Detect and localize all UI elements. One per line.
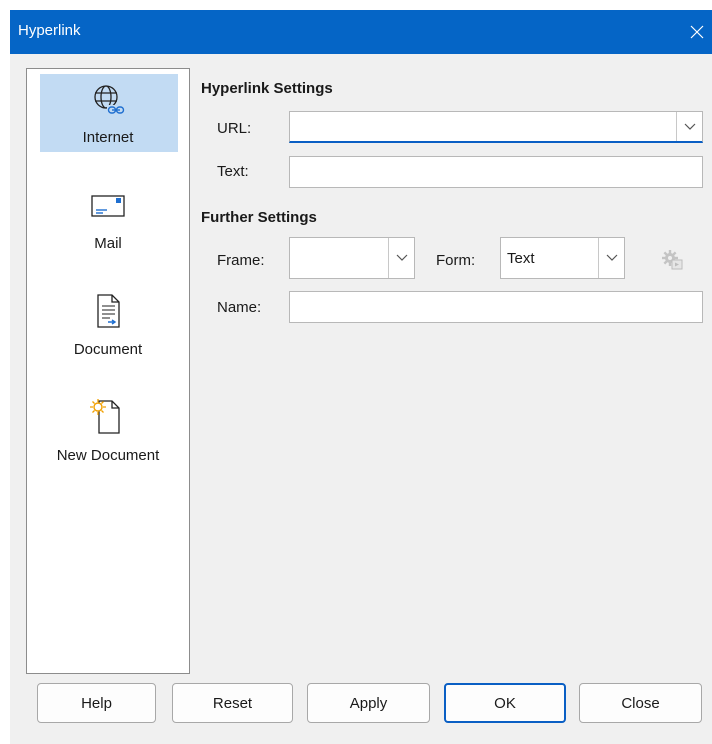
text-input[interactable] (289, 156, 703, 188)
sidebar-item-label: Mail (94, 235, 122, 252)
chevron-down-icon (606, 254, 617, 261)
ok-button[interactable]: OK (444, 683, 566, 723)
close-button[interactable]: Close (579, 683, 702, 723)
form-label: Form: (436, 252, 476, 269)
document-icon (90, 293, 126, 329)
sidebar-item-label: Internet (82, 129, 134, 146)
close-window-button[interactable] (682, 10, 712, 54)
sidebar-item-document[interactable]: Document (27, 281, 189, 387)
further-settings-heading: Further Settings (201, 209, 317, 226)
form-dropdown-button[interactable] (598, 238, 624, 278)
frame-dropdown-button[interactable] (388, 238, 414, 278)
form-select[interactable]: Text (500, 237, 625, 279)
sidebar-item-label: New Document (56, 447, 160, 464)
form-value: Text (507, 250, 535, 267)
frame-label: Frame: (217, 252, 265, 269)
hyperlink-dialog: Hyperlink Internet Mail Document New Doc… (10, 10, 712, 744)
chevron-down-icon (684, 123, 695, 130)
title-bar: Hyperlink (10, 10, 712, 54)
chevron-down-icon (396, 254, 407, 261)
url-label: URL: (217, 120, 252, 137)
envelope-icon (90, 187, 126, 223)
hyperlink-type-sidebar: Internet Mail Document New Document (26, 68, 190, 674)
sidebar-item-new-document[interactable]: New Document (27, 387, 189, 493)
url-dropdown-button[interactable] (676, 112, 702, 141)
hyperlink-settings-heading: Hyperlink Settings (201, 80, 333, 97)
sidebar-item-internet[interactable]: Internet (27, 69, 189, 175)
help-button[interactable]: Help (37, 683, 156, 723)
url-combobox[interactable] (289, 111, 703, 143)
close-icon (690, 25, 704, 39)
gear-events-icon (662, 250, 683, 270)
reset-button[interactable]: Reset (172, 683, 293, 723)
events-button[interactable] (650, 243, 694, 277)
sidebar-item-label: Document (73, 341, 143, 358)
new-document-icon (90, 399, 126, 435)
dialog-title: Hyperlink (18, 22, 81, 39)
frame-combobox[interactable] (289, 237, 415, 279)
sidebar-item-mail[interactable]: Mail (27, 175, 189, 281)
name-label: Name: (217, 299, 262, 316)
name-input[interactable] (289, 291, 703, 323)
globe-link-icon (90, 81, 126, 117)
apply-button[interactable]: Apply (307, 683, 430, 723)
text-label: Text: (217, 163, 249, 180)
